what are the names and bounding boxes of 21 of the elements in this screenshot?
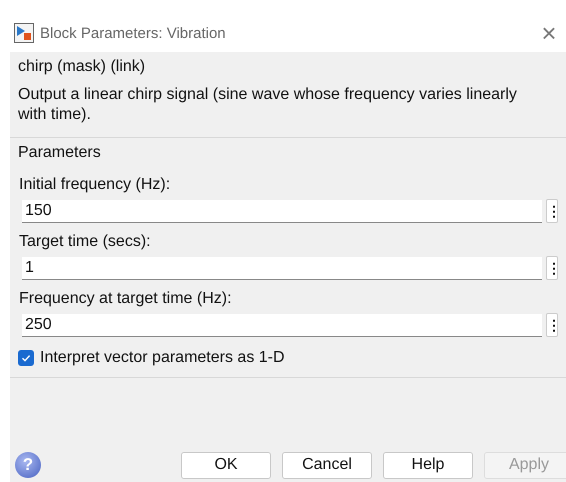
description-text: Output a linear chirp signal (sine wave whose frequency varies linearly with time). xyxy=(18,85,518,125)
window-title: Block Parameters: Vibration xyxy=(40,24,227,42)
more-options-button[interactable]: ⋮ xyxy=(546,256,558,280)
dialog-button[interactable]: Help xyxy=(383,452,473,478)
group-title: chirp (mask) (link) xyxy=(18,57,146,77)
field-label: Frequency at target time (Hz): xyxy=(19,290,233,308)
more-options-button[interactable]: ⋮ xyxy=(546,199,558,223)
field-label: Initial frequency (Hz): xyxy=(19,176,172,194)
input-field[interactable]: 1 xyxy=(22,256,542,280)
dialog-button: Apply xyxy=(484,452,566,478)
dialog-button[interactable]: OK xyxy=(181,452,271,478)
group-title: Parameters xyxy=(18,143,102,163)
field-label: Target time (secs): xyxy=(19,233,152,251)
simulink-block-icon xyxy=(14,23,34,43)
input-field[interactable]: 250 xyxy=(22,314,542,336)
dialog-button[interactable]: Cancel xyxy=(282,452,372,478)
checkbox[interactable] xyxy=(18,350,34,366)
input-field[interactable]: 150 xyxy=(22,200,542,222)
checkbox-label: Interpret vector parameters as 1-D xyxy=(40,349,285,367)
more-options-button[interactable]: ⋮ xyxy=(546,313,558,337)
close-button[interactable]: × xyxy=(532,20,566,46)
